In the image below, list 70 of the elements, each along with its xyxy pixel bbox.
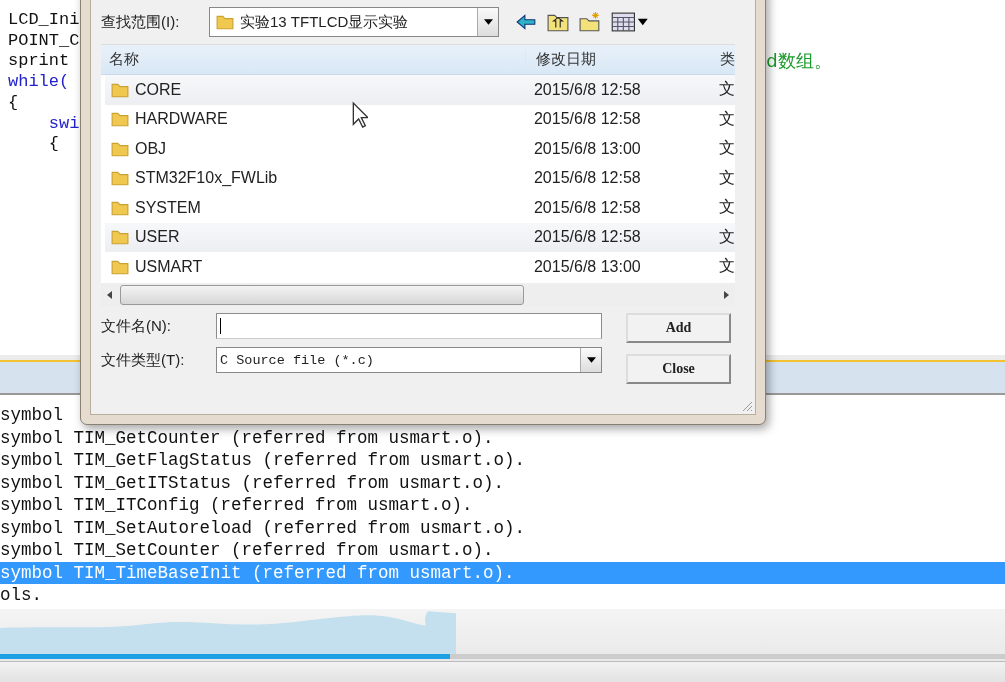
mouse-cursor-icon — [352, 101, 368, 129]
file-name-field[interactable] — [216, 313, 602, 339]
code-line: LCD_Ini — [8, 10, 80, 31]
resize-grip-icon[interactable] — [741, 400, 753, 412]
file-type: 文 — [719, 226, 735, 247]
file-type-label: 文件类型(T): — [101, 350, 186, 370]
output-line: symbol TIM_ITConfig (referred from usmart.o). — [0, 495, 473, 515]
folder-icon — [111, 110, 129, 129]
folder-icon — [216, 13, 234, 31]
modified-date: 2015/6/8 12:58 — [532, 80, 642, 99]
file-type-dropdown[interactable]: C Source file (*.c) — [216, 347, 602, 373]
output-line: symbol TIM_SetCounter (referred from usmart.o). — [0, 540, 494, 560]
folder-row[interactable]: HARDWARE 2015/6/8 12:58 文 — [105, 104, 735, 134]
add-button[interactable]: Add — [626, 313, 731, 343]
output-line: symbol TIM_TimeBaseInit (referred from usmart.o). — [0, 562, 515, 583]
folder-row[interactable]: SYSTEM 2015/6/8 12:58 文 — [105, 193, 735, 223]
scroll-right-icon[interactable] — [724, 291, 729, 299]
folder-row[interactable]: STM32F10x_FWLib 2015/6/8 12:58 文 — [105, 163, 735, 193]
code-line: swi — [47, 113, 80, 135]
folder-row[interactable]: CORE 2015/6/8 12:58 文 — [105, 75, 735, 105]
code-line: while( — [8, 72, 70, 93]
output-line: symbol — [0, 405, 63, 425]
modified-date: 2015/6/8 13:00 — [532, 257, 642, 276]
folder-row[interactable]: OBJ 2015/6/8 13:00 文 — [105, 134, 735, 164]
scroll-left-icon[interactable] — [107, 291, 112, 299]
close-button[interactable]: Close — [626, 354, 731, 384]
output-line: symbol TIM_GetCounter (referred from usmart.o). — [0, 427, 494, 448]
folder-row[interactable]: USMART 2015/6/8 13:00 文 — [105, 252, 735, 282]
modified-date: 2015/6/8 12:58 — [532, 110, 642, 129]
code-line: { — [8, 92, 19, 114]
file-type: 文 — [719, 138, 735, 159]
scroll-thumb[interactable] — [120, 285, 524, 305]
file-type: 文 — [719, 256, 735, 277]
output-line: symbol TIM_GetFlagStatus (referred from usmart.o). — [0, 450, 526, 470]
output-line: ols. — [0, 585, 42, 605]
view-menu-icon[interactable] — [611, 12, 649, 32]
output-line: symbol TIM_GetITStatus (referred from usmart.o). — [0, 472, 505, 493]
code-line: POINT_C — [8, 30, 80, 52]
file-name-label: 文件名(N): — [101, 316, 172, 336]
column-header[interactable]: 修改日期 — [524, 50, 720, 69]
modified-date: 2015/6/8 12:58 — [532, 228, 642, 247]
look-in-label: 查找范围(I): — [101, 12, 181, 32]
code-line: { — [47, 134, 59, 155]
look-in-dropdown[interactable]: 实验13 TFTLCD显示实验 — [209, 7, 499, 37]
code-line: sprint — [8, 51, 70, 73]
file-type: 文 — [719, 108, 735, 129]
folder-icon — [111, 169, 129, 188]
file-type: 文 — [719, 167, 735, 188]
modified-date: 2015/6/8 13:00 — [532, 139, 642, 158]
folder-name: HARDWARE — [135, 110, 228, 129]
output-line: symbol TIM_SetAutoreload (referred from usmart.o). — [0, 517, 526, 538]
folder-name: CORE — [135, 80, 182, 99]
file-type: 文 — [719, 79, 735, 100]
arrow-left-icon[interactable] — [515, 12, 537, 32]
folder-row[interactable]: USER 2015/6/8 12:58 文 — [105, 222, 735, 252]
modified-date: 2015/6/8 12:58 — [532, 198, 642, 217]
new-folder-icon[interactable] — [579, 12, 601, 32]
folder-name: USER — [135, 228, 180, 247]
file-type: 文 — [719, 197, 735, 218]
folder-name: USMART — [135, 257, 203, 276]
folder-name: SYSTEM — [135, 198, 201, 217]
folder-up-icon[interactable] — [547, 12, 569, 32]
code-comment: d数组。 — [766, 51, 832, 73]
column-header[interactable]: 类 — [720, 50, 735, 69]
progress-track[interactable] — [0, 654, 1005, 659]
folder-name: STM32F10x_FWLib — [135, 169, 278, 188]
modified-date: 2015/6/8 12:58 — [532, 169, 642, 188]
folder-icon — [111, 228, 129, 247]
folder-name: OBJ — [135, 139, 167, 158]
column-header[interactable]: 名称 — [101, 50, 525, 69]
